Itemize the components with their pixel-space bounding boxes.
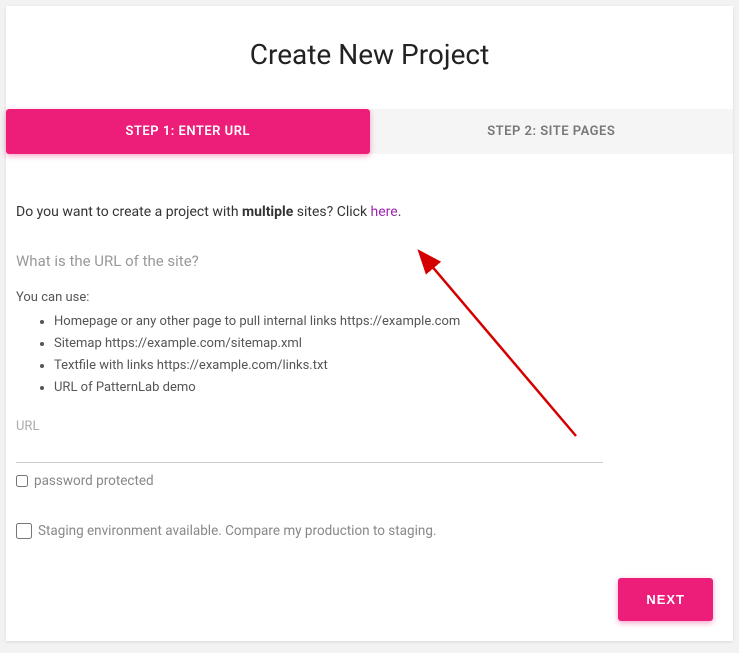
password-protected-row: password protected bbox=[16, 473, 723, 489]
list-item: URL of PatternLab demo bbox=[54, 377, 723, 399]
url-question: What is the URL of the site? bbox=[16, 252, 723, 270]
url-input[interactable] bbox=[16, 436, 603, 463]
multiple-sites-prompt: Do you want to create a project with mul… bbox=[16, 204, 723, 220]
staging-row: Staging environment available. Compare m… bbox=[16, 523, 723, 539]
prompt-prefix: Do you want to create a project with bbox=[16, 204, 242, 220]
prompt-suffix: sites? Click bbox=[293, 204, 370, 220]
staging-label: Staging environment available. Compare m… bbox=[38, 523, 437, 539]
password-protected-checkbox[interactable] bbox=[16, 475, 28, 487]
staging-checkbox[interactable] bbox=[16, 523, 32, 539]
tab-step1[interactable]: STEP 1: ENTER URL bbox=[6, 109, 370, 154]
prompt-end: . bbox=[398, 204, 402, 220]
form-content: Do you want to create a project with mul… bbox=[6, 154, 733, 539]
url-options-list: Homepage or any other page to pull inter… bbox=[16, 311, 723, 399]
prompt-bold: multiple bbox=[242, 204, 293, 220]
here-link[interactable]: here bbox=[371, 204, 398, 220]
list-item: Sitemap https://example.com/sitemap.xml bbox=[54, 333, 723, 355]
create-project-card: Create New Project STEP 1: ENTER URL STE… bbox=[6, 6, 733, 641]
list-item: Textfile with links https://example.com/… bbox=[54, 355, 723, 377]
next-button[interactable]: NEXT bbox=[618, 578, 713, 621]
url-field-label: URL bbox=[16, 419, 723, 434]
password-protected-label: password protected bbox=[34, 473, 154, 489]
page-title: Create New Project bbox=[6, 6, 733, 109]
tab-step2[interactable]: STEP 2: SITE PAGES bbox=[370, 109, 734, 154]
you-can-use-label: You can use: bbox=[16, 290, 723, 305]
step-tabs: STEP 1: ENTER URL STEP 2: SITE PAGES bbox=[6, 109, 733, 154]
list-item: Homepage or any other page to pull inter… bbox=[54, 311, 723, 333]
